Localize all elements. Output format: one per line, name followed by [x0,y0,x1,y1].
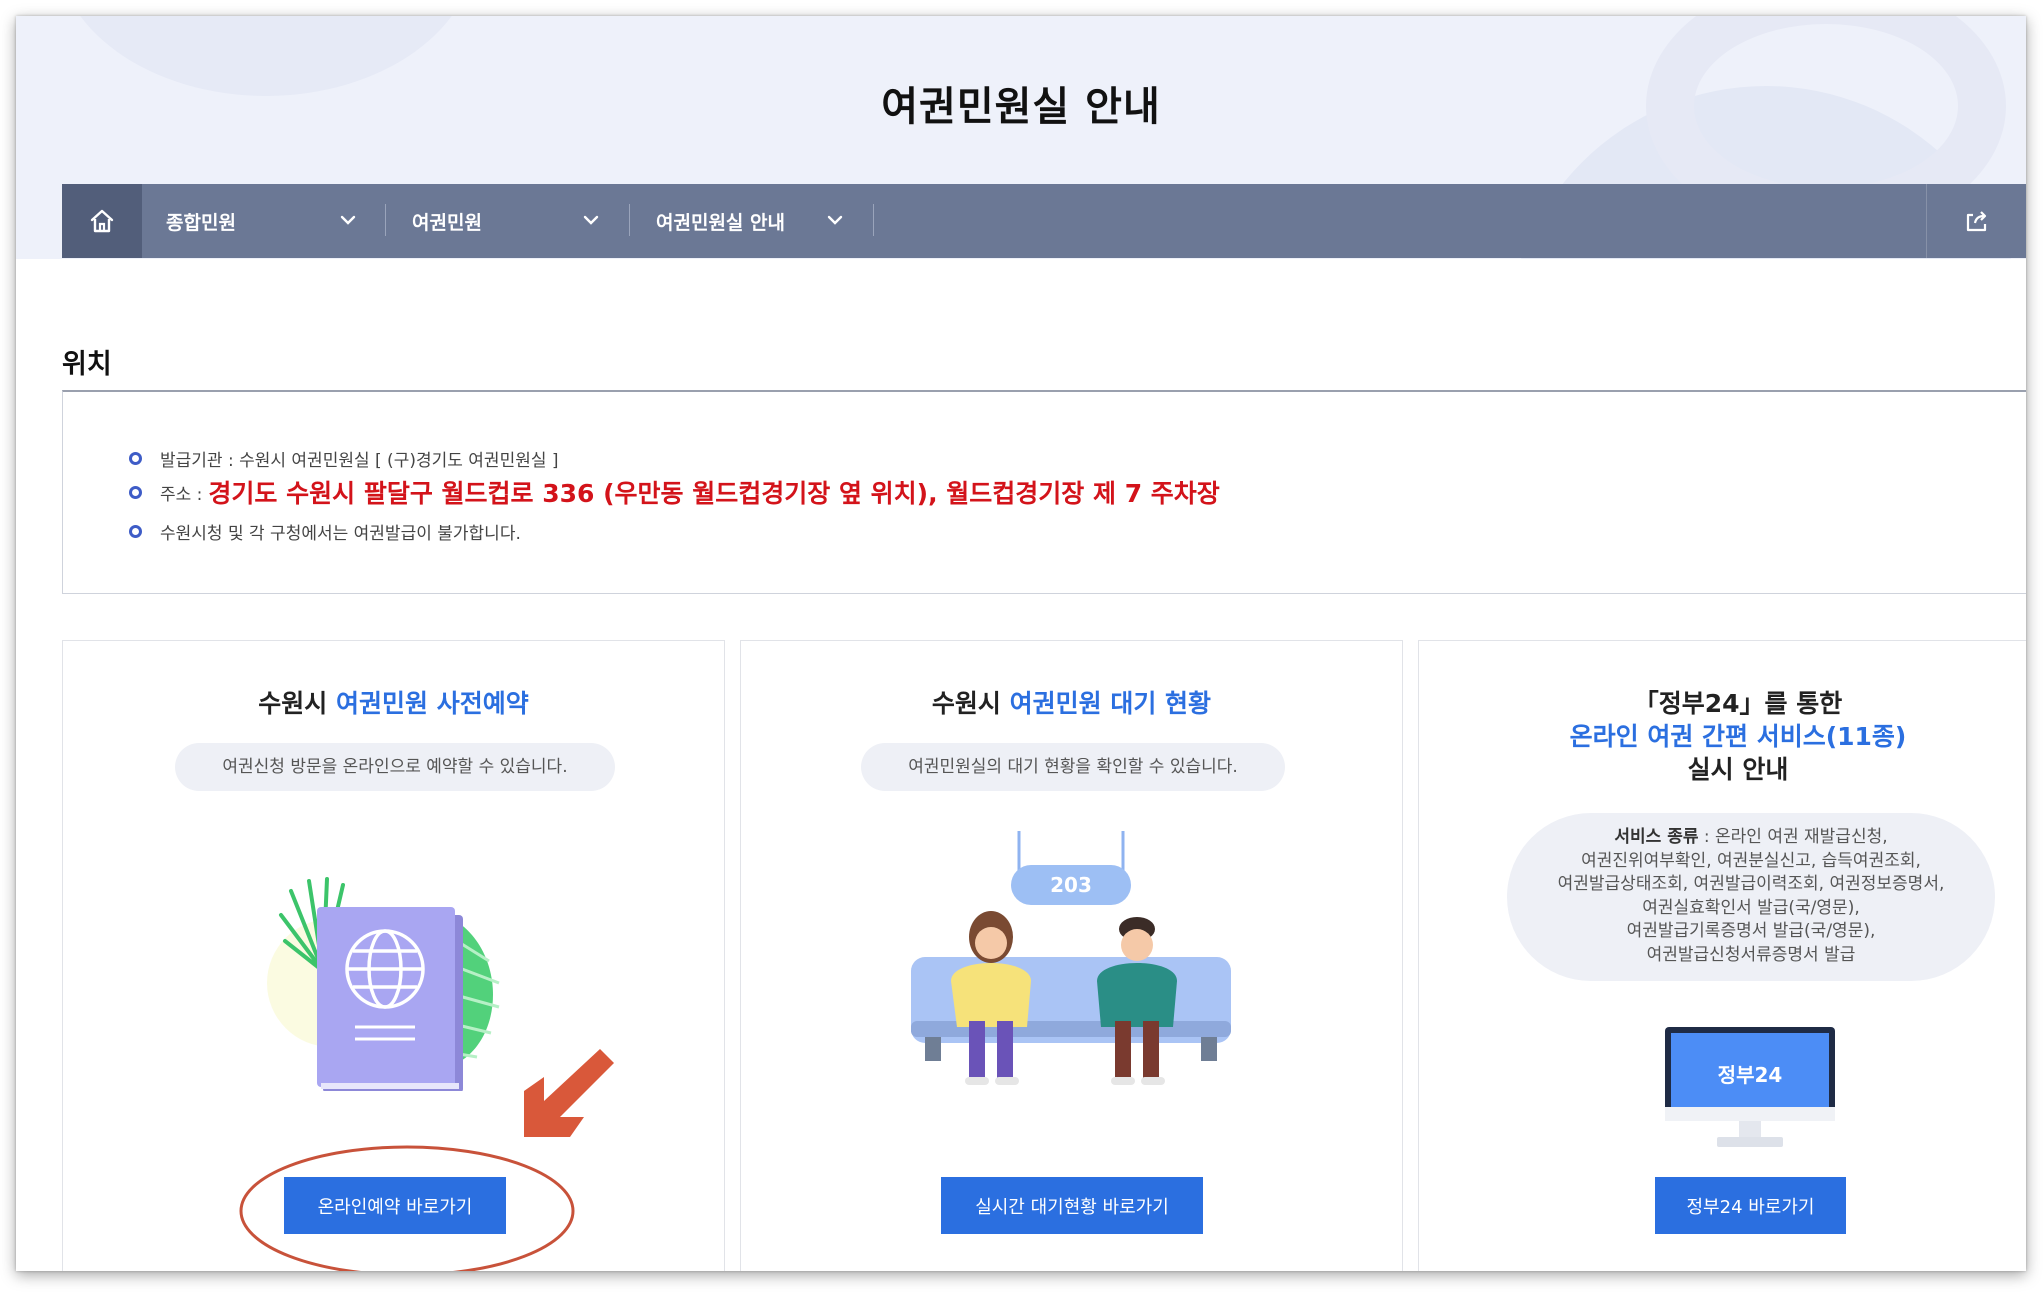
notice-line: 수원시청 및 각 구청에서는 여권발급이 불가합니다. [129,519,521,544]
address-line: 주소 : 경기도 수원시 팔달구 월드컵로 336 (우만동 월드컵경기장 옆 … [129,474,1220,510]
page-frame: 여권민원실 안내 종합민원 여권민원 여권민원실 안내 위치 발급기관: 수원… [16,16,2026,1271]
issuer-line: 발급기관 : 수원시 여권민원실 [ (구)경기도 여권민원실 ] [129,446,559,471]
share-button[interactable] [1926,184,2026,258]
nav-item-label: 종합민원 [166,211,236,234]
bullet-icon [129,452,142,465]
waiting-status-card: 수원시 여권민원 대기 현황 여권민원실의 대기 현황을 확인할 수 있습니다. [740,640,1403,1271]
nav-item-general[interactable]: 종합민원 [142,184,385,258]
bullet-icon [129,525,142,538]
home-button[interactable] [62,184,142,258]
page-title: 여권민원실 안내 [881,84,1161,130]
bullet-icon [129,485,142,499]
card-title-line2: 온라인 여권 간편 서비스(11종) [1569,722,1907,751]
card-description: 여권민원실의 대기 현황을 확인할 수 있습니다. [861,743,1285,791]
notice-text: 수원시청 및 각 구청에서는 여권발급이 불가합니다. [160,524,521,544]
online-reservation-button[interactable]: 온라인예약 바로가기 [284,1177,506,1234]
card-title-highlight: 여권민원 대기 현황 [1009,689,1212,718]
card-title: 수원시 여권민원 대기 현황 [741,687,1402,720]
waiting-number-sign: 203 [1050,873,1092,897]
issuer-text: 발급기관 : 수원시 여권민원실 [ (구)경기도 여권민원실 ] [160,451,559,471]
gov24-card: 「정부24」를 통한 온라인 여권 간편 서비스(11종) 실시 안내 서비스 … [1418,640,2026,1271]
chevron-down-icon [340,215,356,225]
chevron-down-icon [583,215,599,225]
chevron-down-icon [827,215,843,225]
gov24-screen-text: 정부24 [1717,1063,1783,1087]
realtime-waiting-button[interactable]: 실시간 대기현황 바로가기 [941,1177,1203,1234]
gov24-button[interactable]: 정부24 바로가기 [1655,1177,1846,1234]
service-line: 여권발급신청서류증명서 발급 [1646,944,1856,965]
share-icon [1966,211,1986,232]
service-list: 서비스 종류 : 온라인 여권 재발급신청, 여권진위여부확인, 여권분실신고,… [1507,813,1995,981]
card-title-line3: 실시 안내 [1687,755,1789,784]
passport-illustration [267,877,500,1091]
card-title-prefix: 수원시 [258,689,336,718]
location-info-box: 발급기관 : 수원시 여권민원실 [ (구)경기도 여권민원실 ] 주소 : 경… [62,390,2026,594]
address-value: 경기도 수원시 팔달구 월드컵로 336 (우만동 월드컵경기장 옆 위치), … [208,479,1220,508]
card-title: 수원시 여권민원 사전예약 [63,687,724,720]
nav-item-label: 여권민원 [412,211,482,234]
nav-item-label: 여권민원실 안내 [656,211,785,234]
service-line: 여권진위여부확인, 여권분실신고, 습득여권조회, [1581,850,1921,871]
nav-item-passport[interactable]: 여권민원 [386,184,629,258]
reservation-card: 수원시 여권민원 사전예약 여권신청 방문을 온라인으로 예약할 수 있습니다. [62,640,725,1271]
service-label: 서비스 종류 [1614,827,1699,847]
location-heading: 위치 [62,349,112,380]
nav-item-passport-office[interactable]: 여권민원실 안내 [630,184,873,258]
service-line: 서비스 종류 : 온라인 여권 재발급신청, [1614,827,1888,847]
card-description: 여권신청 방문을 온라인으로 예약할 수 있습니다. [175,743,615,791]
home-icon [90,209,114,233]
service-line: 여권발급기록증명서 발급(국/영문), [1626,921,1876,941]
service-line: 여권발급상태조회, 여권발급이력조회, 여권정보증명서, [1557,874,1945,894]
card-title-line1: 「정부24」를 통한 [1633,689,1843,718]
card-title-prefix: 수원시 [931,689,1010,718]
breadcrumb-nav: 종합민원 여권민원 여권민원실 안내 [62,184,2026,258]
card-title-highlight: 여권민원 사전예약 [336,689,529,718]
service-line: 여권실효확인서 발급(국/영문), [1642,897,1860,918]
arrow-annotation-icon [524,1049,614,1137]
address-label: 주소 : [160,484,203,505]
nav-divider [873,204,874,236]
